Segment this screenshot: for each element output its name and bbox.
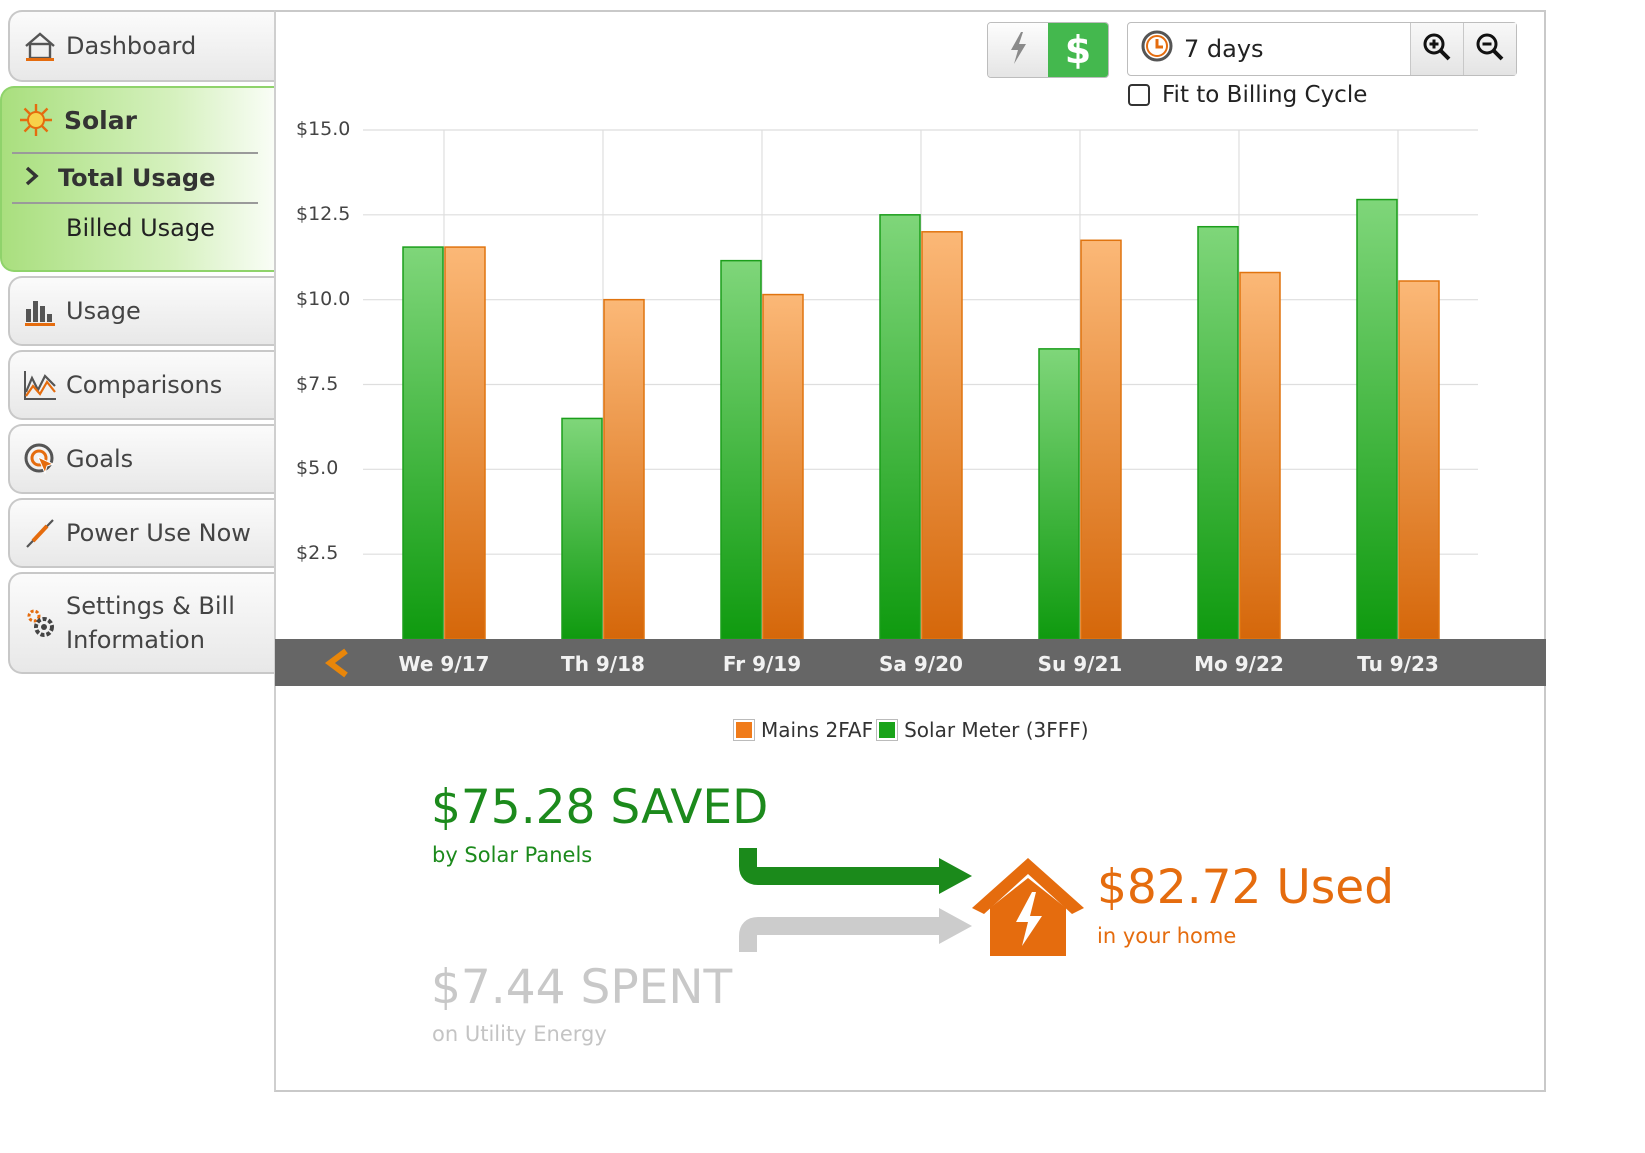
solar-arrowhead — [939, 858, 972, 894]
previous-period-button[interactable] — [322, 645, 352, 681]
chart-legend: Mains 2FAF Solar Meter (3FFF) — [733, 718, 1089, 742]
bar-mains[interactable] — [762, 293, 804, 640]
x-tick-label: Mo 9/22 — [1194, 652, 1284, 676]
bar-mains[interactable] — [603, 298, 645, 640]
saved-amount: $75.28 SAVED — [431, 780, 769, 835]
x-tick-label: Fr 9/19 — [722, 652, 802, 676]
used-amount: $82.72 Used — [1097, 860, 1395, 915]
y-tick-label: $7.5 — [296, 372, 339, 395]
cost-bar-chart — [363, 129, 1478, 640]
legend-label-solar: Solar Meter (3FFF) — [904, 718, 1089, 742]
bar-mains[interactable] — [1239, 271, 1281, 640]
legend-label-mains: Mains 2FAF — [761, 718, 874, 742]
legend-swatch-mains — [733, 719, 755, 741]
energy-flow-graphic — [739, 848, 1084, 956]
house-lightning-icon — [972, 858, 1084, 956]
x-tick-label: We 9/17 — [398, 652, 490, 676]
x-tick-label: Tu 9/23 — [1357, 652, 1439, 676]
bar-solar[interactable] — [879, 214, 921, 640]
utility-arrowhead — [939, 908, 972, 944]
bar-solar[interactable] — [1197, 225, 1239, 640]
bar-solar[interactable] — [402, 246, 444, 640]
bar-solar[interactable] — [561, 417, 603, 640]
bar-mains[interactable] — [921, 231, 963, 640]
bar-mains[interactable] — [1080, 239, 1122, 640]
bar-mains[interactable] — [444, 246, 486, 640]
x-tick-label: Th 9/18 — [561, 652, 645, 676]
bar-solar[interactable] — [1356, 198, 1398, 640]
y-tick-label: $2.5 — [296, 542, 339, 565]
utility-flow-arrow — [739, 917, 941, 952]
bar-solar[interactable] — [720, 259, 762, 640]
bar-mains[interactable] — [1398, 280, 1440, 640]
y-tick-label: $5.0 — [296, 457, 339, 480]
x-tick-label: Sa 9/20 — [879, 652, 963, 676]
used-caption: in your home — [1097, 924, 1237, 948]
y-tick-label: $12.5 — [296, 202, 351, 225]
legend-swatch-solar — [876, 719, 899, 741]
bar-solar[interactable] — [1038, 348, 1080, 640]
chevron-left-icon — [322, 648, 352, 685]
y-tick-label: $15.0 — [296, 118, 351, 140]
saved-caption: by Solar Panels — [432, 843, 593, 867]
spent-amount: $7.44 SPENT — [431, 960, 733, 1015]
x-tick-label: Su 9/21 — [1037, 652, 1123, 676]
spent-caption: on Utility Energy — [432, 1022, 607, 1046]
y-tick-label: $10.0 — [296, 287, 351, 310]
solar-flow-arrow — [739, 848, 941, 885]
